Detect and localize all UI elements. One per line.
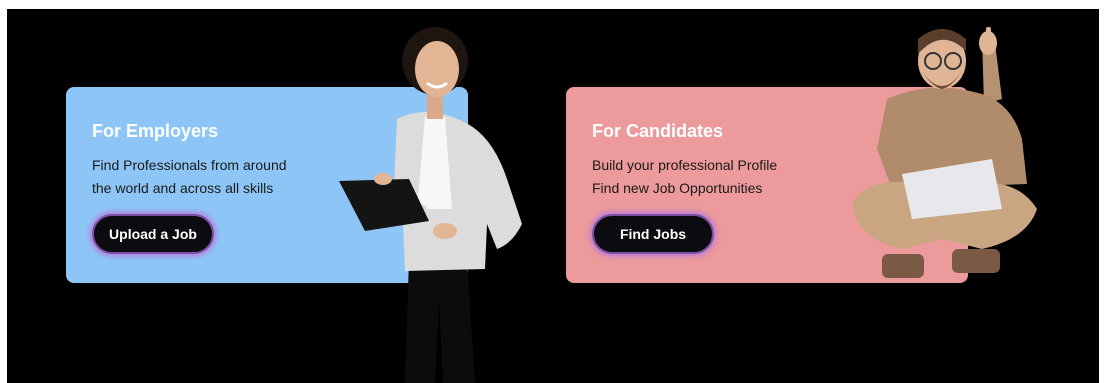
hero-section: For Employers Find Professionals from ar… (7, 9, 1099, 383)
candidates-description-line-1: Build your professional Profile (592, 157, 778, 173)
candidates-description: Build your professional Profile Find new… (592, 154, 777, 200)
man-with-laptop-image (852, 27, 1037, 278)
candidates-description-line-2: Find new Job Opportunities (592, 180, 763, 196)
employers-title: For Employers (92, 121, 219, 141)
employers-description: Find Professionals from around the world… (92, 154, 287, 200)
businesswoman-image (339, 27, 522, 383)
upload-job-button[interactable]: Upload a Job (92, 214, 214, 254)
employers-description-line-1: Find Professionals from around (92, 157, 287, 173)
candidates-title: For Candidates (592, 121, 724, 141)
employers-description-line-2: the world and across all skills (92, 180, 274, 196)
find-jobs-button[interactable]: Find Jobs (592, 214, 714, 254)
